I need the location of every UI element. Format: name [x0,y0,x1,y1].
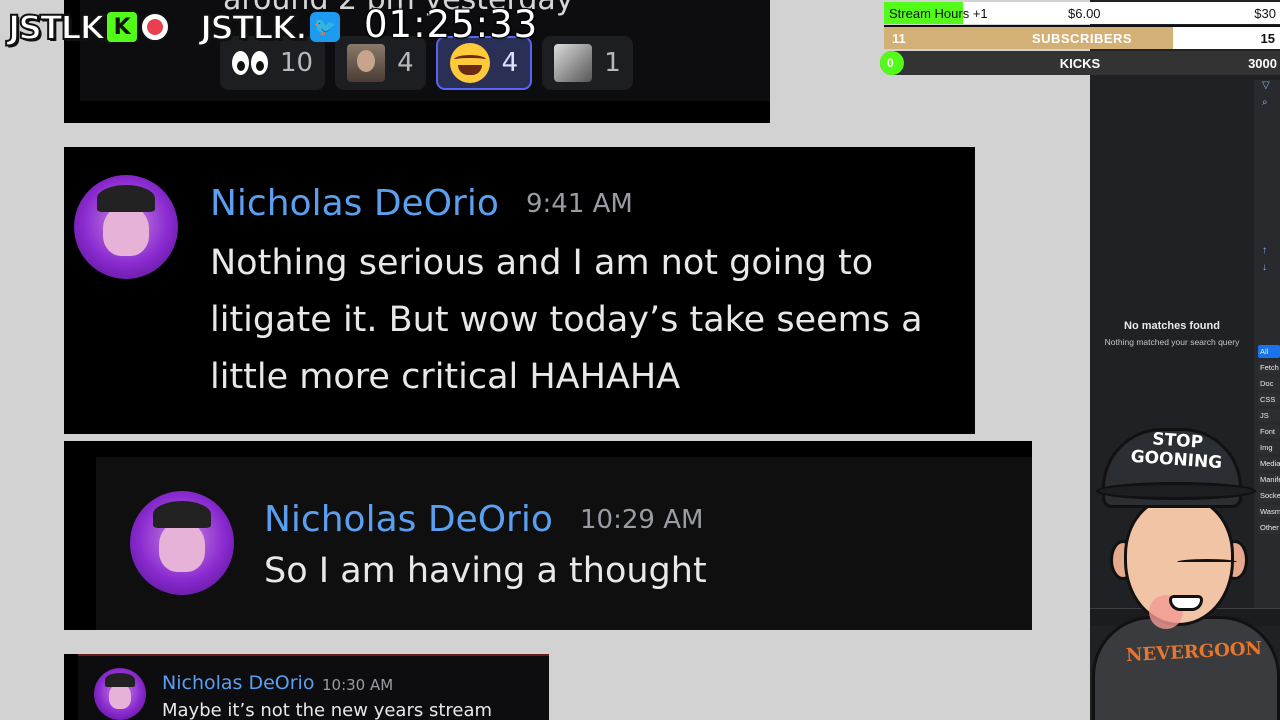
message-text: Maybe it’s not the new years stream [162,700,493,720]
grimace-mouth [1169,595,1203,611]
bw-avatar-icon [554,44,593,82]
subscribers-label: SUBSCRIBERS [1031,31,1133,46]
head [1124,496,1237,629]
cap-text: STOP GOONING [1129,429,1223,474]
filter-fetch[interactable]: Fetch [1258,361,1280,374]
kicks-goal: 0 KICKS 3000 [880,51,1280,75]
search-icon[interactable]: ⌕ [1262,97,1268,108]
stream-hours-goal: Stream Hours +1 $6.00 $30 [884,2,1280,24]
avatar[interactable] [74,175,178,279]
filter-all[interactable]: All [1258,345,1280,358]
message-author[interactable]: Nicholas DeOrio [264,499,553,540]
message-panel-1: Nicholas DeOrio 9:41 AM Nothing serious … [64,147,975,434]
brand-name: JSTLK. [199,7,309,48]
reaction-bw-avatar[interactable]: 1 [542,36,633,90]
filter-css[interactable]: CSS [1258,393,1280,406]
eyes-icon [232,51,268,75]
avatar[interactable] [130,491,234,595]
stream-timer: 01:25:33 [364,3,539,46]
record-icon [140,12,171,42]
face-avatar-icon [347,44,386,82]
channel-brand-twitter: JSTLK. 🐦 [199,7,340,48]
filter-icon[interactable]: ▽ [1262,80,1270,91]
laughing-cat-icon [449,43,490,83]
message-timestamp: 10:29 AM [580,505,704,535]
avatar[interactable] [94,668,146,720]
upload-icon[interactable]: ↑ [1262,245,1267,256]
reaction-count: 4 [501,48,519,78]
channel-brand-kick: JSTLK K [7,7,171,48]
message-panel-2-inner [96,457,1032,630]
stream-hours-mid-amount: $6.00 [1068,6,1101,21]
streamer-cartoon-avatar: NEVERGOON STOP GOONING [1092,420,1280,720]
kicks-target: 3000 [1248,56,1277,71]
message-author[interactable]: Nicholas DeOrio [210,183,499,224]
message-panel-3: Nicholas DeOrio 10:30 AM Maybe it’s not … [64,654,549,720]
reaction-count: 10 [280,48,314,78]
filter-doc[interactable]: Doc [1258,377,1280,390]
brand-name: JSTLK [7,7,106,48]
message-text: So I am having a thought [264,551,707,591]
kick-logo-icon: K [107,12,138,42]
cap-brim [1096,482,1256,500]
subscribers-target: 15 [1260,31,1275,46]
download-icon[interactable]: ↓ [1262,262,1267,273]
closed-eyes [1177,559,1237,565]
twitter-bird-icon: 🐦 [309,12,340,42]
subscribers-goal: 11 SUBSCRIBERS 15 [884,25,1280,49]
message-timestamp: 10:30 AM [322,676,394,694]
reaction-count: 1 [604,48,621,78]
message-author[interactable]: Nicholas DeOrio [162,672,314,694]
stream-hours-label: Stream Hours +1 [889,6,988,21]
reaction-count: 4 [397,48,414,78]
kicks-label: KICKS [1059,56,1101,71]
message-panel-2: Nicholas DeOrio 10:29 AM So I am having … [64,441,1032,630]
stream-hours-end-amount: $30 [1254,6,1276,21]
message-text: Nothing serious and I am not going to li… [210,243,923,397]
empty-state-subtitle: Nothing matched your search query [1104,337,1240,347]
empty-state-title: No matches found [1124,320,1220,332]
shirt [1092,616,1280,720]
message-timestamp: 9:41 AM [526,189,633,219]
